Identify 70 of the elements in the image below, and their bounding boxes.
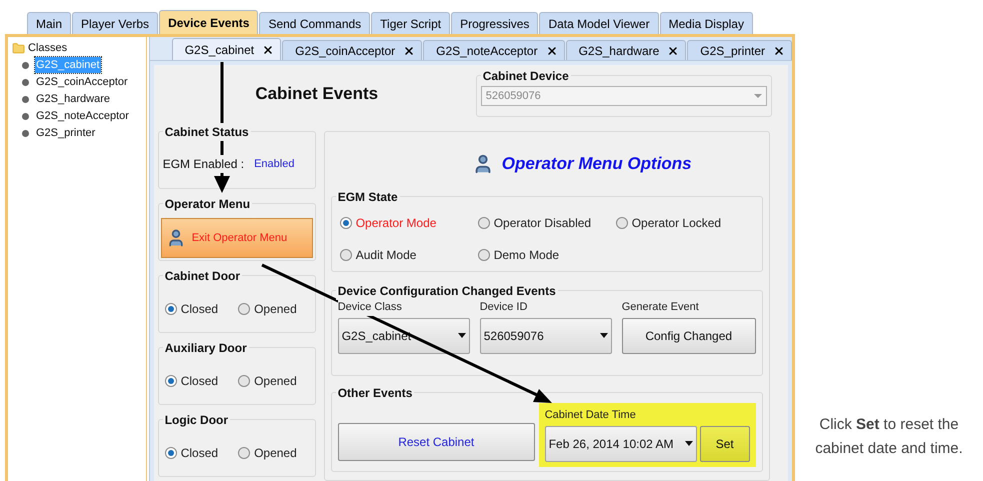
main-tab[interactable]: Player Verbs xyxy=(72,12,158,34)
dropdown[interactable]: G2S_cabinet xyxy=(338,318,470,354)
radio-label: Operator Disabled xyxy=(494,215,592,232)
close-icon[interactable] xyxy=(773,44,785,56)
tree-item[interactable]: G2S_hardware xyxy=(35,90,111,108)
radio-label: Audit Mode xyxy=(356,247,416,264)
close-icon[interactable] xyxy=(403,44,416,56)
radio-label: Closed xyxy=(180,373,218,390)
group-title: Cabinet Status xyxy=(162,123,251,141)
radio-button[interactable] xyxy=(238,447,250,459)
radio-label: Closed xyxy=(180,445,218,462)
radio-label: Opened xyxy=(254,445,297,462)
radio-button[interactable] xyxy=(340,217,352,229)
options-title: Operator Menu Options xyxy=(502,153,692,176)
radio-button[interactable] xyxy=(238,303,250,315)
main-tab[interactable]: Tiger Script xyxy=(371,12,450,34)
document-tab[interactable]: G2S_printer xyxy=(687,40,792,60)
radio-button[interactable] xyxy=(164,303,177,315)
page-title: Cabinet Events xyxy=(255,83,378,106)
close-icon[interactable] xyxy=(546,44,558,56)
status-value: Enabled xyxy=(254,156,294,172)
radio-button[interactable] xyxy=(340,249,352,261)
bullet-icon xyxy=(22,78,29,86)
radio-label: Operator Locked xyxy=(632,215,722,232)
main-tab[interactable]: Data Model Viewer xyxy=(539,12,659,34)
caret-icon xyxy=(458,333,466,338)
main-tab[interactable]: Media Display xyxy=(660,12,753,34)
dropdown[interactable]: Feb 26, 2014 10:02 AM xyxy=(544,426,697,462)
main-tab[interactable]: Main xyxy=(27,12,72,34)
tree-item[interactable]: G2S_printer xyxy=(35,124,96,142)
field-label: Device Class xyxy=(338,299,402,316)
radio-label: Opened xyxy=(254,373,297,390)
dropdown[interactable]: 526059076 xyxy=(480,318,612,354)
document-tab[interactable]: G2S_cabinet xyxy=(172,38,282,60)
document-tab[interactable]: G2S_hardware xyxy=(566,40,686,60)
caret-icon xyxy=(600,333,608,338)
reset-cabinet-button[interactable]: Reset Cabinet xyxy=(338,423,535,461)
document-tab[interactable]: G2S_coinAcceptor xyxy=(282,40,422,60)
tree-item[interactable]: Classes xyxy=(28,40,68,56)
radio-button[interactable] xyxy=(478,217,490,229)
bullet-icon xyxy=(22,96,29,102)
bullet-icon xyxy=(22,62,29,68)
tree-item[interactable]: G2S_noteAcceptor xyxy=(35,108,130,124)
close-icon[interactable] xyxy=(262,44,274,56)
radio-label: Operator Mode xyxy=(356,215,436,232)
tree-item[interactable]: G2S_coinAcceptor xyxy=(35,74,129,90)
main-tab[interactable]: Send Commands xyxy=(259,12,370,34)
radio-button[interactable] xyxy=(616,217,628,229)
radio-label: Opened xyxy=(254,301,297,318)
caret-icon xyxy=(754,94,762,98)
caret-icon xyxy=(684,441,693,446)
field-label: Generate Event xyxy=(622,300,700,315)
folder-icon xyxy=(12,42,25,55)
radio-button[interactable] xyxy=(238,375,250,387)
bullet-icon xyxy=(22,112,29,120)
radio-label: Demo Mode xyxy=(494,247,560,264)
document-tab[interactable]: G2S_noteAcceptor xyxy=(423,40,565,60)
radio-label: Closed xyxy=(180,301,218,318)
radio-button[interactable] xyxy=(478,249,490,261)
status-label: EGM Enabled : xyxy=(162,155,244,173)
field-label: Cabinet Date Time xyxy=(544,408,637,423)
config-changed-button[interactable]: Config Changed xyxy=(622,318,756,354)
radio-button[interactable] xyxy=(164,375,177,387)
main-tab[interactable]: Device Events xyxy=(159,10,258,34)
caption-text: Click Set to reset the cabinet date and time. xyxy=(814,415,964,459)
set-button[interactable]: Set xyxy=(700,426,750,462)
close-icon[interactable] xyxy=(667,44,680,56)
bullet-icon xyxy=(22,130,29,136)
radio-button[interactable] xyxy=(164,447,177,459)
main-tab[interactable]: Progressives xyxy=(451,12,538,34)
